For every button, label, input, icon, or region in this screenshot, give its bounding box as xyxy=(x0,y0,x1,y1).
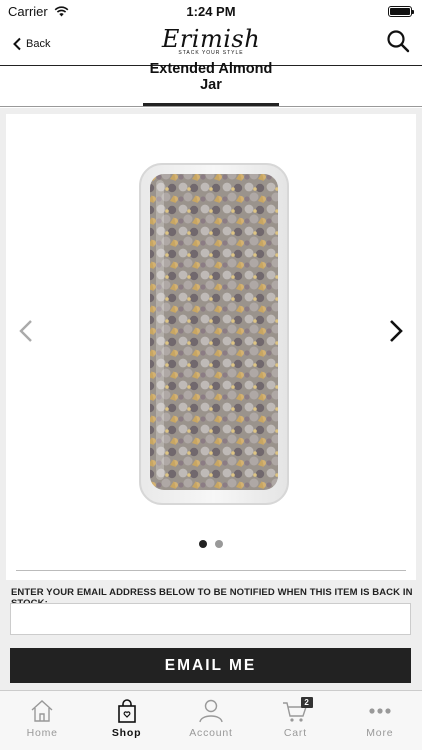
carousel-next-button[interactable] xyxy=(388,318,404,349)
tab-account[interactable]: Account xyxy=(169,691,253,750)
nav-bar: Back Erimish STACK YOUR STYLE xyxy=(0,22,422,66)
logo-wordmark: Erimish xyxy=(161,25,261,53)
shopping-bag-icon xyxy=(117,699,136,723)
tab-account-label: Account xyxy=(189,727,233,739)
wifi-icon xyxy=(54,5,69,16)
back-label: Back xyxy=(26,37,51,50)
carrier-label: Carrier xyxy=(8,3,48,19)
product-title-bar: Extended Almond Jar xyxy=(0,61,422,107)
product-card xyxy=(6,114,416,580)
brand-logo[interactable]: Erimish STACK YOUR STYLE xyxy=(162,26,260,56)
chevron-right-icon xyxy=(390,320,403,342)
tab-shop-label: Shop xyxy=(111,727,142,739)
tab-bar: Home Shop Account 2 Cart More xyxy=(0,690,422,750)
back-button[interactable]: Back xyxy=(12,37,50,51)
chevron-left-icon xyxy=(13,37,21,50)
home-icon xyxy=(31,700,53,722)
tab-shop[interactable]: Shop xyxy=(84,691,168,750)
product-title: Extended Almond Jar xyxy=(143,61,279,106)
product-image[interactable] xyxy=(134,160,294,510)
tab-more-label: More xyxy=(366,727,394,739)
status-left: Carrier xyxy=(8,4,69,19)
more-icon xyxy=(369,708,391,714)
battery-icon xyxy=(388,5,414,17)
email-me-button[interactable]: EMAIL ME xyxy=(10,648,411,683)
tab-cart[interactable]: 2 Cart xyxy=(253,691,337,750)
carousel-prev-button[interactable] xyxy=(18,318,34,349)
status-bar: Carrier 1:24 PM xyxy=(0,0,422,22)
carousel-dot-2[interactable] xyxy=(215,540,223,548)
tab-home[interactable]: Home xyxy=(0,691,84,750)
tab-home-label: Home xyxy=(26,727,58,739)
carousel-dots xyxy=(6,540,416,548)
search-icon xyxy=(387,30,410,53)
cart-count-badge: 2 xyxy=(301,697,313,708)
chevron-left-icon xyxy=(19,320,32,342)
person-icon xyxy=(199,699,223,723)
divider xyxy=(16,570,406,571)
search-button[interactable] xyxy=(386,29,410,58)
tab-more[interactable]: More xyxy=(338,691,422,750)
tab-cart-label: Cart xyxy=(283,727,307,739)
carousel-dot-1[interactable] xyxy=(199,540,207,548)
email-field[interactable] xyxy=(10,603,411,635)
